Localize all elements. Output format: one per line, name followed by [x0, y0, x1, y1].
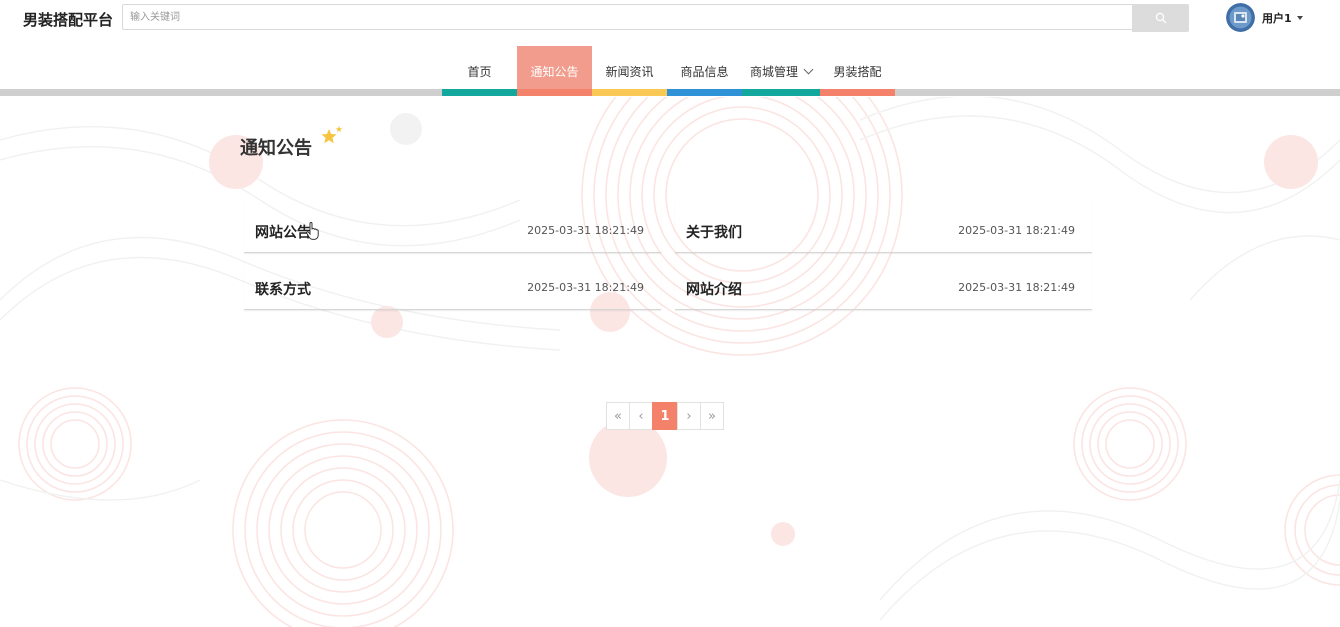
notice-time: 2025-03-31 18:21:49 — [527, 281, 644, 294]
notice-title: 关于我们 — [686, 225, 742, 241]
nav-item-label: 通知公告 — [530, 64, 579, 79]
nav-color-bar — [742, 89, 820, 96]
user-avatar[interactable] — [1226, 3, 1255, 32]
notice-time: 2025-03-31 18:21:49 — [527, 224, 644, 237]
caret-down-icon — [1296, 16, 1303, 20]
search-input[interactable] — [122, 4, 1132, 30]
nav-item-mall-management[interactable]: 商城管理 — [742, 46, 820, 96]
notice-time: 2025-03-31 18:21:49 — [958, 281, 1075, 294]
nav-item-outfits[interactable]: 男装搭配 — [820, 46, 895, 96]
last-page-button[interactable]: » — [700, 402, 724, 430]
nav-item-home[interactable]: 首页 — [442, 46, 517, 96]
notice-title: 网站介绍 — [686, 282, 742, 298]
hand-pointer-icon — [306, 222, 319, 240]
pagination: « ‹ 1 › » — [606, 402, 724, 430]
nav-color-bar — [820, 89, 895, 96]
next-page-button[interactable]: › — [677, 402, 701, 430]
nav-item-label: 男装搭配 — [833, 64, 882, 79]
nav-color-bar — [517, 89, 592, 96]
nav-item-products[interactable]: 商品信息 — [667, 46, 742, 96]
search-button[interactable] — [1132, 4, 1189, 32]
nav-item-label: 首页 — [467, 64, 492, 79]
star-icon — [321, 126, 343, 144]
search-icon — [1155, 12, 1166, 24]
nav-item-label: 商品信息 — [680, 64, 729, 79]
nav-color-bar — [667, 89, 742, 96]
nav-item-news[interactable]: 新闻资讯 — [592, 46, 667, 96]
nav-color-bar — [592, 89, 667, 96]
chevron-down-icon — [803, 64, 814, 74]
user-menu[interactable]: 用户1 — [1262, 10, 1303, 26]
notice-title: 网站公告 — [255, 225, 311, 241]
nav-item-label: 商城管理 — [749, 64, 798, 79]
notice-item[interactable]: 网站介绍 2025-03-31 18:21:49 — [675, 259, 1092, 310]
first-page-button[interactable]: « — [606, 402, 630, 430]
main-nav: 首页 通知公告 新闻资讯 商品信息 商城管理 男装搭配 — [442, 46, 895, 96]
page-title: 通知公告 — [240, 138, 312, 159]
nav-item-notices[interactable]: 通知公告 — [517, 46, 592, 96]
nav-item-label: 新闻资讯 — [605, 64, 654, 79]
notice-title: 联系方式 — [255, 282, 311, 298]
page-number-button[interactable]: 1 — [652, 402, 678, 430]
notice-item[interactable]: 关于我们 2025-03-31 18:21:49 — [675, 202, 1092, 253]
nav-color-bar — [442, 89, 517, 96]
avatar-image-icon — [1226, 3, 1255, 32]
notice-item[interactable]: 联系方式 2025-03-31 18:21:49 — [244, 259, 661, 310]
top-header: 男装搭配平台 用户1 首页 通知公告 新闻资讯 — [0, 0, 1340, 97]
main-content: 通知公告 网站公告 2025-03-31 18:21:49 关于我们 2025-… — [0, 97, 1340, 627]
prev-page-button[interactable]: ‹ — [629, 402, 653, 430]
user-name: 用户1 — [1262, 12, 1292, 25]
notice-time: 2025-03-31 18:21:49 — [958, 224, 1075, 237]
site-title: 男装搭配平台 — [23, 11, 114, 29]
